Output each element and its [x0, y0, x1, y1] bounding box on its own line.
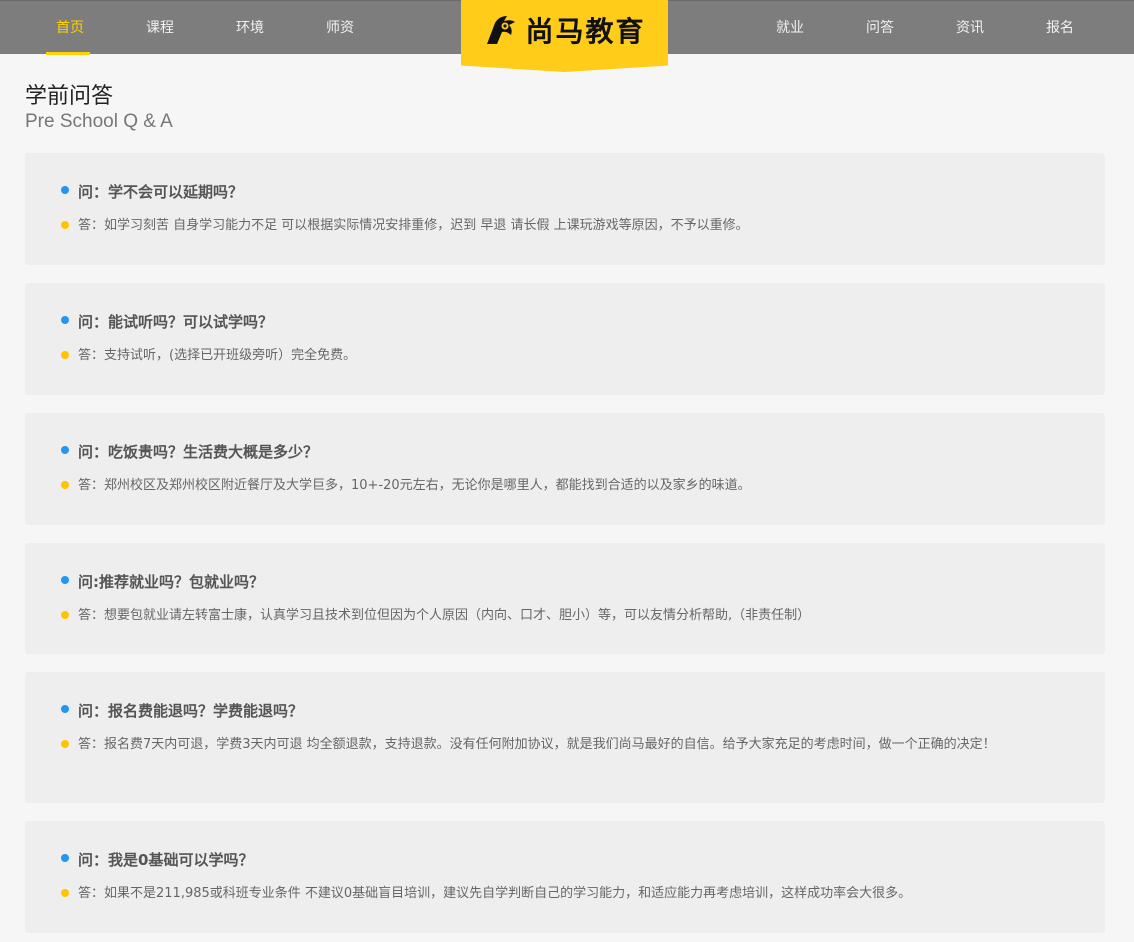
question-bullet-icon [61, 316, 69, 324]
answer-text: 答：郑州校区及郑州校区附近餐厅及大学巨多，10+-20元左右，无论你是哪里人，都… [78, 478, 751, 493]
question: 问：我是0基础可以学吗？ [61, 847, 1069, 871]
nav-item-signup[interactable]: 报名 [1034, 1, 1086, 55]
nav-item-environment[interactable]: 环境 [224, 1, 276, 55]
answer-bullet-icon [61, 220, 69, 229]
answer-text: 答：如学习刻苦 自身学习能力不足 可以根据实际情况安排重修，迟到 早退 请长假 … [78, 218, 749, 233]
answer: 答：想要包就业请左转富士康，认真学习且技术到位但因为个人原因（内向、口才、胆小）… [61, 606, 1069, 626]
question-text: 问:推荐就业吗？包就业吗？ [78, 572, 264, 591]
nav-item-news[interactable]: 资讯 [944, 1, 996, 55]
qa-card: 问：报名费能退吗？学费能退吗？ 答：报名费7天内可退，学费3天内可退 均全额退款… [25, 672, 1105, 803]
answer-text: 答：支持试听，(选择已开班级旁听）完全免费。 [78, 348, 357, 363]
answer: 答：如学习刻苦 自身学习能力不足 可以根据实际情况安排重修，迟到 早退 请长假 … [61, 216, 1069, 236]
nav-item-courses[interactable]: 课程 [134, 1, 186, 55]
question: 问：学不会可以延期吗？ [61, 179, 1069, 203]
qa-card: 问：能试听吗？可以试学吗？ 答：支持试听，(选择已开班级旁听）完全免费。 [25, 283, 1105, 395]
answer-bullet-icon [61, 888, 69, 897]
nav-item-home[interactable]: 首页 [44, 1, 96, 55]
nav-item-label: 问答 [866, 20, 894, 36]
nav-item-label: 课程 [146, 20, 174, 36]
nav-active-underline [46, 52, 90, 55]
answer-text: 答：报名费7天内可退，学费3天内可退 均全额退款，支持退款。没有任何附加协议，就… [78, 737, 996, 752]
logo-banner[interactable]: 尚马教育 [461, 0, 668, 72]
answer: 答：报名费7天内可退，学费3天内可退 均全额退款，支持退款。没有任何附加协议，就… [61, 735, 1069, 755]
question: 问:推荐就业吗？包就业吗？ [61, 569, 1069, 593]
nav-item-teachers[interactable]: 师资 [314, 1, 366, 55]
answer-text: 答：如果不是211,985或科班专业条件 不建议0基础盲目培训，建议先自学判断自… [78, 886, 912, 901]
answer-bullet-icon [61, 350, 69, 359]
question: 问：报名费能退吗？学费能退吗？ [61, 698, 1069, 722]
question: 问：能试听吗？可以试学吗？ [61, 309, 1069, 333]
nav-item-label: 资讯 [956, 20, 984, 36]
answer: 答：如果不是211,985或科班专业条件 不建议0基础盲目培训，建议先自学判断自… [61, 884, 1069, 904]
nav-item-label: 报名 [1046, 20, 1074, 36]
horse-head-icon [487, 16, 516, 44]
page-subtitle: Pre School Q & A [25, 111, 173, 132]
answer: 答：郑州校区及郑州校区附近餐厅及大学巨多，10+-20元左右，无论你是哪里人，都… [61, 476, 1069, 496]
question-text: 问：我是0基础可以学吗？ [78, 850, 254, 869]
answer-text: 答：想要包就业请左转富士康，认真学习且技术到位但因为个人原因（内向、口才、胆小）… [78, 608, 811, 623]
nav-item-label: 就业 [776, 20, 804, 36]
nav-item-label: 首页 [56, 20, 84, 36]
question-text: 问：报名费能退吗？学费能退吗？ [78, 701, 304, 720]
question-text: 问：学不会可以延期吗？ [78, 182, 244, 201]
nav-item-qa[interactable]: 问答 [854, 1, 906, 55]
question: 问：吃饭贵吗？生活费大概是多少？ [61, 439, 1069, 463]
answer-bullet-icon [61, 739, 69, 748]
question-text: 问：能试听吗？可以试学吗？ [78, 312, 274, 331]
qa-card: 问:推荐就业吗？包就业吗？ 答：想要包就业请左转富士康，认真学习且技术到位但因为… [25, 543, 1105, 654]
question-text: 问：吃饭贵吗？生活费大概是多少？ [78, 442, 319, 461]
nav-item-label: 师资 [326, 20, 354, 36]
answer-bullet-icon [61, 610, 69, 619]
answer-bullet-icon [61, 480, 69, 489]
question-bullet-icon [61, 186, 69, 194]
answer: 答：支持试听，(选择已开班级旁听）完全免费。 [61, 346, 1069, 366]
page-title: 学前问答 [25, 84, 114, 109]
qa-card: 问：我是0基础可以学吗？ 答：如果不是211,985或科班专业条件 不建议0基础… [25, 821, 1105, 933]
qa-card: 问：学不会可以延期吗？ 答：如学习刻苦 自身学习能力不足 可以根据实际情况安排重… [25, 153, 1105, 265]
logo-text: 尚马教育 [525, 15, 646, 48]
qa-card: 问：吃饭贵吗？生活费大概是多少？ 答：郑州校区及郑州校区附近餐厅及大学巨多，10… [25, 413, 1105, 525]
question-bullet-icon [61, 705, 69, 713]
nav-item-label: 环境 [236, 20, 264, 36]
nav-item-employment[interactable]: 就业 [764, 1, 816, 55]
question-bullet-icon [61, 854, 69, 862]
question-bullet-icon [61, 576, 69, 584]
question-bullet-icon [61, 446, 69, 454]
